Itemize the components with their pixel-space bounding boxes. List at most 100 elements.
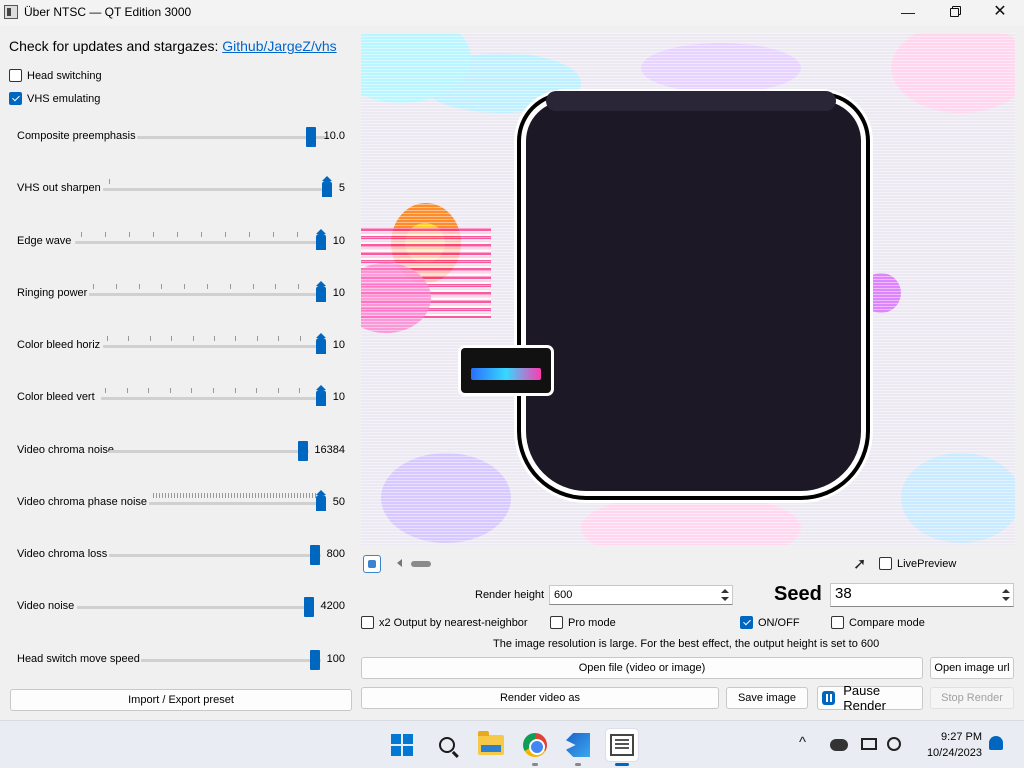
update-text: Check for updates and stargazes: — [9, 38, 223, 54]
github-link[interactable]: Github/JargeZ/vhs — [222, 38, 336, 54]
video-icon[interactable] — [363, 555, 381, 573]
clock-time: 9:27 PM — [941, 731, 982, 743]
slider-track[interactable] — [149, 502, 325, 505]
slider-head-switch-move-speed[interactable]: Head switch move speed 100 — [17, 648, 347, 672]
spin-arrows-icon[interactable] — [999, 587, 1012, 603]
slider-handle[interactable] — [306, 127, 316, 147]
live-preview-checkbox[interactable]: LivePreview — [879, 557, 956, 570]
slider-value: 10.0 — [323, 130, 345, 142]
slider-value: 4200 — [320, 600, 345, 612]
live-preview-label: LivePreview — [897, 557, 957, 570]
chrome-button[interactable] — [519, 729, 551, 766]
display-icon[interactable] — [861, 738, 877, 750]
open-file-button[interactable]: Open file (video or image) — [361, 657, 923, 679]
slider-video-chroma-noise[interactable]: Video chroma noise 16384 — [17, 439, 347, 463]
slider-handle[interactable] — [316, 490, 326, 511]
seed-value[interactable]: 38 — [835, 585, 852, 602]
slider-track[interactable] — [141, 659, 321, 662]
open-image-url-button[interactable]: Open image url — [930, 657, 1014, 679]
slider-track[interactable] — [137, 136, 329, 139]
checkbox-box[interactable] — [9, 69, 22, 82]
slider-value: 16384 — [314, 444, 345, 456]
slider-handle[interactable] — [316, 385, 326, 406]
slider-value: 800 — [326, 548, 345, 560]
slider-color-bleed-horiz[interactable]: Color bleed horiz 10 — [17, 333, 347, 358]
slider-handle[interactable] — [316, 333, 326, 354]
clock-date: 10/24/2023 — [926, 747, 982, 759]
checkbox-box[interactable] — [9, 92, 22, 105]
import-export-preset-button[interactable]: Import / Export preset — [10, 689, 352, 711]
slider-track[interactable] — [101, 397, 325, 400]
save-image-button[interactable]: Save image — [726, 687, 808, 709]
scroll-left-icon[interactable] — [397, 559, 402, 567]
pause-render-button[interactable]: Pause Render — [817, 683, 923, 713]
pro-mode-checkbox[interactable]: Pro mode — [550, 616, 616, 629]
search-button[interactable] — [431, 729, 463, 761]
file-explorer-button[interactable] — [475, 729, 507, 761]
close-button[interactable]: ✕ — [977, 0, 1023, 26]
spin-arrows-icon[interactable] — [718, 587, 731, 603]
slider-value: 10 — [332, 235, 345, 247]
render-video-as-button[interactable]: Render video as — [361, 687, 719, 709]
slider-handle[interactable] — [304, 597, 314, 617]
notification-bell-icon[interactable] — [989, 736, 1003, 750]
slider-vhs-out-sharpen[interactable]: VHS out sharpen 5 — [17, 176, 347, 201]
checkbox-box[interactable] — [831, 616, 844, 629]
slider-label: Video chroma noise — [17, 444, 115, 456]
tray-overflow-chevron-icon[interactable]: ^ — [799, 734, 806, 751]
checkbox-box[interactable] — [740, 616, 753, 629]
slider-color-bleed-vert[interactable]: Color bleed vert 10 — [17, 385, 347, 410]
slider-composite-preemphasis[interactable]: Composite preemphasis 10.0 — [17, 125, 347, 149]
slider-label: Edge wave — [17, 235, 72, 247]
slider-label: VHS out sharpen — [17, 182, 101, 194]
slider-ticks — [81, 232, 322, 237]
slider-handle[interactable] — [322, 176, 332, 197]
volume-muted-icon[interactable] — [887, 737, 901, 751]
x2-output-checkbox[interactable]: x2 Output by nearest-neighbor — [361, 616, 528, 629]
slider-handle[interactable] — [310, 545, 320, 565]
checkbox-box[interactable] — [550, 616, 563, 629]
vhs-emulating-checkbox[interactable]: VHS emulating — [9, 92, 100, 105]
pause-icon — [822, 691, 836, 705]
slider-edge-wave[interactable]: Edge wave 10 — [17, 229, 347, 254]
seed-spinbox[interactable]: 38 — [830, 583, 1014, 607]
slider-track[interactable] — [77, 606, 313, 609]
active-indicator — [615, 763, 629, 766]
system-clock[interactable]: 9:27 PM 10/24/2023 — [916, 729, 982, 761]
start-button[interactable] — [386, 729, 418, 761]
ntsc-app-icon — [610, 734, 634, 756]
stop-render-button[interactable]: Stop Render — [930, 687, 1014, 709]
slider-ringing-power[interactable]: Ringing power 10 — [17, 281, 347, 306]
slider-value: 10 — [332, 287, 345, 299]
slider-handle[interactable] — [298, 441, 308, 461]
slider-track[interactable] — [89, 293, 325, 296]
slider-ticks — [93, 284, 322, 289]
slider-label: Video chroma loss — [17, 548, 108, 560]
slider-track[interactable] — [109, 554, 321, 557]
slider-track[interactable] — [109, 450, 309, 453]
slider-track[interactable] — [103, 188, 331, 191]
slider-handle[interactable] — [316, 281, 326, 302]
checkbox-box[interactable] — [361, 616, 374, 629]
slider-handle[interactable] — [316, 229, 326, 250]
scrollbar-thumb[interactable] — [411, 561, 431, 567]
slider-track[interactable] — [75, 241, 325, 244]
slider-video-chroma-loss[interactable]: Video chroma loss 800 — [17, 543, 347, 567]
render-height-value[interactable]: 600 — [554, 589, 572, 601]
slider-track[interactable] — [103, 345, 325, 348]
head-switching-checkbox[interactable]: Head switching — [9, 69, 102, 82]
slider-value: 5 — [338, 182, 345, 194]
maximize-button[interactable] — [931, 0, 977, 26]
slider-video-chroma-phase-noise[interactable]: Video chroma phase noise 50 — [17, 490, 347, 515]
onedrive-cloud-icon[interactable] — [830, 739, 848, 751]
taskbar: ^ 9:27 PM 10/24/2023 — [0, 720, 1024, 768]
slider-video-noise[interactable]: Video noise 4200 — [17, 595, 347, 619]
vscode-button[interactable] — [562, 729, 594, 766]
slider-handle[interactable] — [310, 650, 320, 670]
render-height-spinbox[interactable]: 600 — [549, 585, 733, 605]
ntsc-app-button[interactable] — [606, 729, 638, 766]
on-off-checkbox[interactable]: ON/OFF — [740, 616, 800, 629]
compare-mode-checkbox[interactable]: Compare mode — [831, 616, 925, 629]
minimize-button[interactable]: — — [885, 0, 931, 26]
checkbox-box[interactable] — [879, 557, 892, 570]
